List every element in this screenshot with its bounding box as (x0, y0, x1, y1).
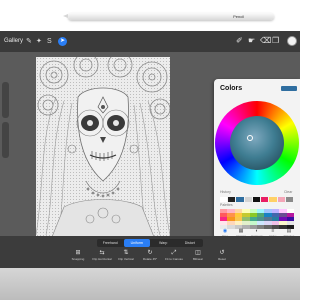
rotate-icon: ↻ (147, 250, 153, 256)
layers-icon[interactable]: ❐ (272, 36, 279, 46)
mode-tab-freehand[interactable]: Freehand (97, 239, 124, 247)
history-swatch[interactable] (236, 197, 244, 202)
desk-surface (0, 268, 300, 300)
fit-to-canvas-button[interactable]: ⤢ Fit to Canvas (162, 249, 186, 267)
snapping-icon: ⊞ (75, 250, 81, 256)
apple-pencil: Pencil (63, 13, 274, 20)
smudge-icon[interactable]: ☛ (248, 36, 255, 46)
eraser-icon[interactable]: ⌫ (260, 36, 271, 46)
action-label: Reset (218, 257, 226, 261)
flip-vertical-button[interactable]: ⇅ Flip Vertical (114, 249, 138, 267)
color-palette (220, 209, 294, 229)
history-swatch[interactable] (244, 197, 252, 202)
color-history (220, 197, 294, 202)
history-label: History (220, 190, 231, 194)
pencil-tip (63, 14, 68, 18)
snapping-button[interactable]: ⊞ Snapping (66, 249, 90, 267)
side-sliders (2, 82, 9, 172)
pencil-brand: Pencil (233, 14, 244, 19)
gallery-button[interactable]: Gallery (4, 37, 23, 46)
rotate-button[interactable]: ↻ Rotate 45° (138, 249, 162, 267)
history-swatch[interactable] (252, 197, 261, 202)
flip-vertical-icon: ⇅ (123, 250, 129, 256)
action-label: Bilinear (192, 257, 203, 261)
selection-icon[interactable]: S (47, 37, 52, 46)
interpolation-icon: ◫ (195, 250, 201, 256)
history-swatch[interactable] (269, 197, 277, 202)
wrench-icon[interactable]: ✎ (26, 37, 32, 46)
action-label: Rotate 45° (142, 257, 158, 261)
transform-arrow-icon[interactable]: ➤ (58, 37, 67, 46)
reset-button[interactable]: ↺ Reset (210, 249, 234, 267)
top-toolbar: Gallery ✎ ✦ S ➤ ✐ ☛ ⌫ ❐ (0, 31, 300, 52)
history-swatch[interactable] (277, 197, 285, 202)
sugar-skull-illustration (36, 57, 170, 237)
opacity-slider[interactable] (2, 122, 9, 158)
mode-tab-distort[interactable]: Distort (177, 239, 204, 247)
brush-size-slider[interactable] (2, 82, 9, 118)
history-swatch[interactable] (220, 197, 228, 202)
saturation-brightness-disc[interactable] (230, 116, 284, 170)
mode-tab-uniform[interactable]: Uniform (123, 239, 150, 247)
history-swatch[interactable] (261, 197, 269, 202)
current-color-swatch[interactable] (281, 86, 297, 91)
action-label: Snapping (71, 257, 85, 261)
interpolation-button[interactable]: ◫ Bilinear (186, 249, 210, 267)
reset-icon: ↺ (219, 250, 225, 256)
color-picker-button[interactable] (287, 36, 297, 46)
transform-actions: ⊞ Snapping ⇆ Flip Horizontal ⇅ Flip Vertical ↻… (66, 249, 234, 267)
colors-panel: Colors History Clear Palettes ◉Disc▦Clas… (214, 79, 300, 239)
magic-wand-icon[interactable]: ✦ (36, 37, 42, 46)
transform-mode-tabs: Freehand Uniform Warp Distort (97, 239, 203, 247)
colors-panel-title: Colors (220, 85, 243, 92)
action-label: Fit to Canvas (165, 257, 183, 261)
brush-icon[interactable]: ✐ (236, 36, 243, 46)
flip-horizontal-button[interactable]: ⇆ Flip Horizontal (90, 249, 114, 267)
palettes-label: Palettes (220, 203, 233, 207)
history-swatch[interactable] (228, 197, 236, 202)
mode-tab-warp[interactable]: Warp (150, 239, 177, 247)
transform-toolbar: Freehand Uniform Warp Distort ⊞ Snapping ⇆ Fli… (0, 236, 300, 268)
color-disc[interactable] (215, 101, 299, 185)
action-label: Flip Vertical (118, 257, 134, 261)
color-selector-knob[interactable] (247, 135, 253, 141)
history-swatch[interactable] (285, 197, 293, 202)
clear-history-button[interactable]: Clear (284, 190, 292, 195)
artwork-canvas[interactable] (36, 57, 170, 237)
flip-horizontal-icon: ⇆ (99, 250, 105, 256)
fit-to-canvas-icon: ⤢ (171, 250, 177, 256)
action-label: Flip Horizontal (92, 257, 112, 261)
tablet-screen: Gallery ✎ ✦ S ➤ ✐ ☛ ⌫ ❐ Colors History C… (0, 31, 300, 268)
